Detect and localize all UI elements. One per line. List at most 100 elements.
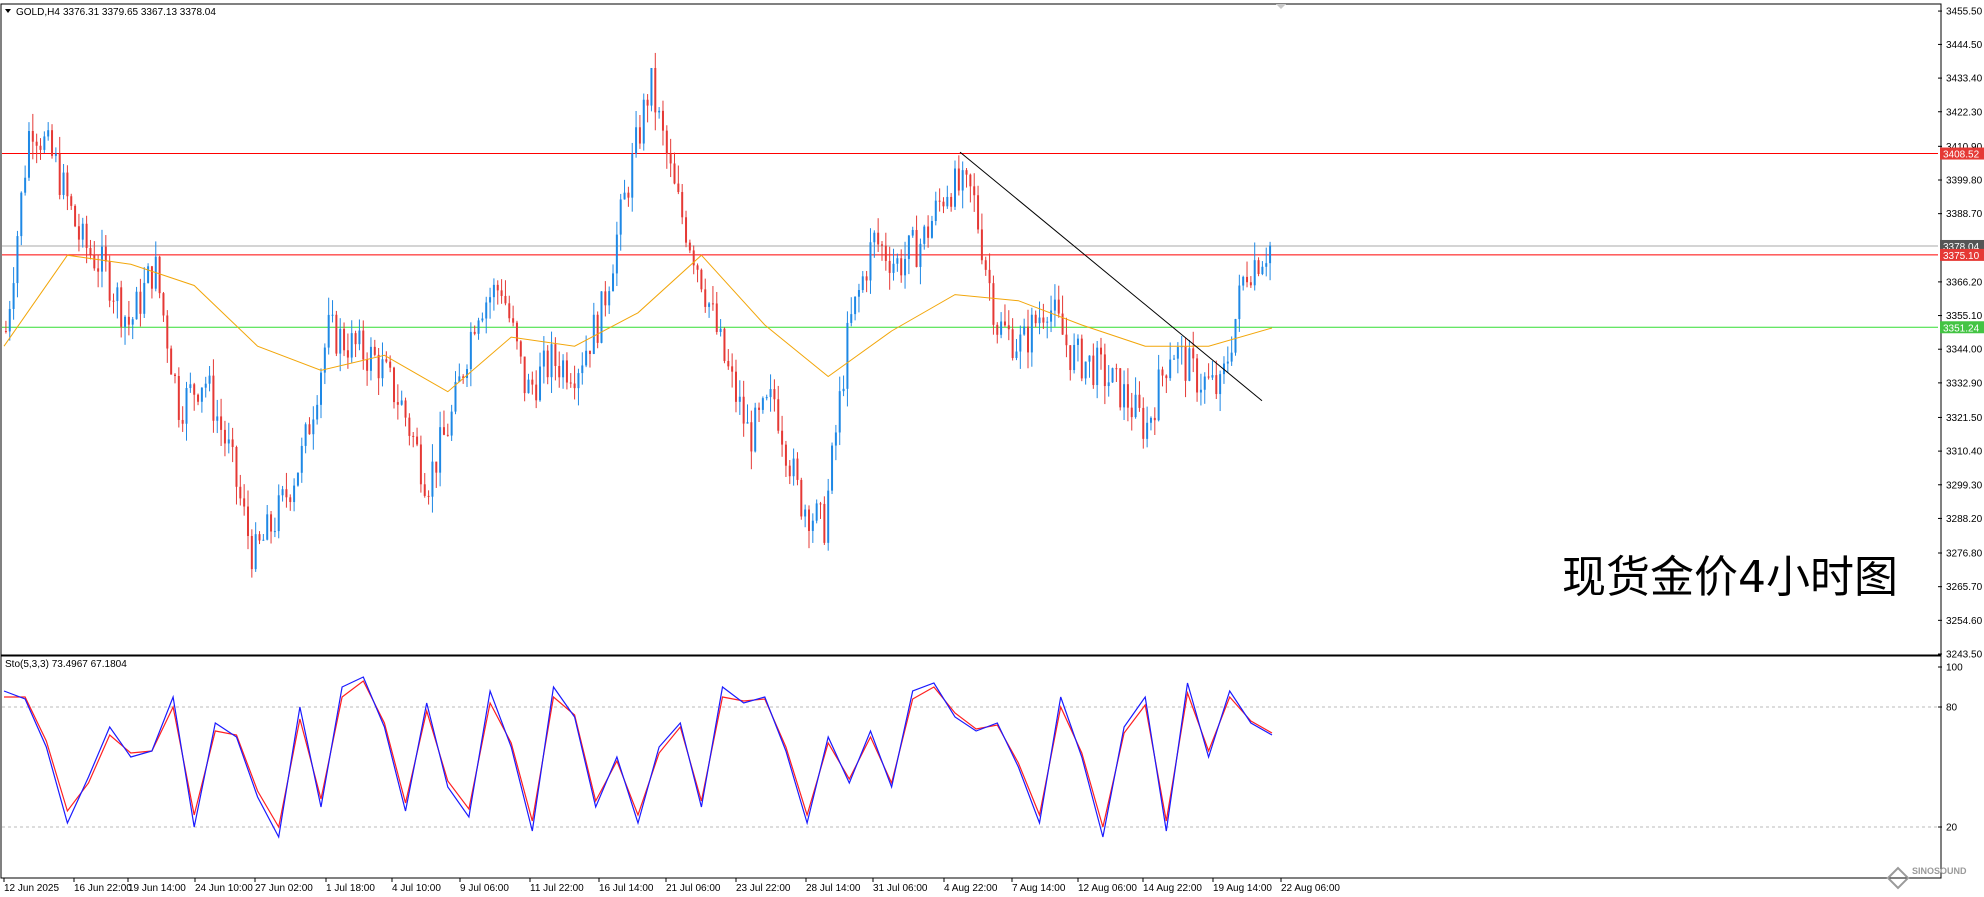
candle-body (627, 192, 630, 198)
candle-body (1249, 282, 1252, 286)
candle-body (865, 276, 868, 281)
candle-body (1269, 245, 1272, 264)
stochastic-tick-label: 80 (1946, 703, 1958, 714)
candle-body (1165, 375, 1168, 379)
time-tick-label: 16 Jun 22:00 (74, 883, 132, 894)
candle-body (177, 376, 180, 420)
candle-body (658, 110, 661, 113)
candle-body (504, 295, 507, 304)
candle-body (677, 183, 680, 193)
candle-body (734, 371, 737, 402)
stochastic-plot-area[interactable] (0, 655, 1942, 879)
price-tick-label: 3254.60 (1946, 616, 1983, 627)
price-tick-label: 3433.40 (1946, 74, 1983, 85)
candle-body (193, 384, 196, 395)
candle-body (792, 458, 795, 477)
candle-body (938, 200, 941, 202)
candle-body (108, 261, 111, 301)
time-tick-label: 12 Jun 2025 (4, 883, 59, 894)
candle-body (954, 168, 956, 207)
candle-body (827, 490, 830, 543)
candle-body (97, 268, 100, 272)
candle-body (673, 163, 676, 184)
price-tick-label: 3299.30 (1946, 480, 1983, 491)
candle-body (800, 479, 803, 517)
candle-body (1157, 369, 1160, 421)
candle-body (723, 328, 726, 361)
candle-body (508, 303, 511, 319)
candle-body (1196, 358, 1199, 393)
candle-body (304, 424, 307, 446)
chart-canvas[interactable]: GOLD,H4 3376.31 3379.65 3367.13 3378.04 … (0, 0, 1984, 897)
price-tag-label: 3351.24 (1943, 323, 1980, 334)
candle-body (1257, 260, 1260, 275)
candle-body (973, 186, 976, 196)
candle-body (85, 223, 88, 248)
candle-body (531, 379, 534, 385)
candle-body (861, 276, 864, 291)
time-axis[interactable]: 12 Jun 2025 16 Jun 22:0019 Jun 14:00 24 Ju… (3, 878, 1340, 894)
candle-body (608, 291, 611, 306)
candle-body (1027, 326, 1030, 353)
candle-body (631, 153, 634, 198)
candle-body (1034, 314, 1037, 324)
candle-body (285, 489, 288, 498)
candle-body (158, 256, 161, 294)
candle-body (485, 302, 488, 319)
candle-body (685, 217, 688, 243)
candle-body (738, 396, 741, 402)
candle-body (965, 170, 968, 175)
candle-body (400, 400, 403, 405)
candle-body (312, 419, 315, 435)
candle-body (646, 99, 649, 106)
time-tick-label: 22 Aug 06:00 (1281, 883, 1340, 894)
price-tick-label: 3388.70 (1946, 209, 1983, 220)
candle-body (588, 350, 591, 354)
candle-body (20, 192, 23, 237)
candle-body (1149, 417, 1152, 423)
candle-body (320, 372, 322, 405)
price-tick-label: 3444.50 (1946, 40, 1983, 51)
candle-body (907, 235, 910, 259)
stochastic-axis[interactable]: 100 80 20 (1938, 663, 1963, 834)
chart-window[interactable]: GOLD,H4 3376.31 3379.65 3367.13 3378.04 … (0, 0, 1984, 897)
candle-body (1111, 368, 1114, 383)
candle-body (250, 536, 253, 570)
candle-body (704, 289, 707, 307)
candle-body (930, 220, 933, 238)
candle-body (81, 223, 84, 240)
candle-body (31, 131, 34, 142)
candle-body (446, 434, 449, 436)
candle-body (1169, 359, 1172, 379)
candle-body (950, 196, 953, 207)
candle-body (731, 366, 734, 372)
candle-body (166, 315, 169, 349)
candle-body (442, 427, 445, 435)
price-tag-label: 3408.52 (1943, 150, 1980, 161)
candle-body (700, 269, 703, 290)
candle-body (70, 196, 73, 206)
candle-body (204, 383, 207, 388)
candle-body (661, 110, 664, 131)
candle-body (515, 322, 518, 342)
candle-body (642, 99, 645, 144)
candle-body (854, 296, 857, 315)
candle-body (1011, 329, 1014, 359)
candle-body (4, 331, 7, 333)
candle-body (523, 356, 526, 394)
time-tick-label: 9 Jul 06:00 (460, 883, 509, 894)
candle-body (1176, 347, 1179, 359)
candle-body (1184, 346, 1187, 381)
candle-body (366, 359, 369, 371)
candle-body (1115, 368, 1118, 370)
candle-body (888, 260, 891, 273)
candle-body (270, 514, 273, 532)
candle-body (1188, 348, 1191, 381)
candle-body (654, 68, 657, 113)
candle-body (1238, 285, 1241, 320)
chart-overlay-title: 现货金价4小时图 (1562, 552, 1898, 603)
candle-body (62, 172, 65, 195)
candle-body (1076, 338, 1079, 345)
candle-body (796, 458, 799, 480)
candle-body (665, 130, 668, 155)
